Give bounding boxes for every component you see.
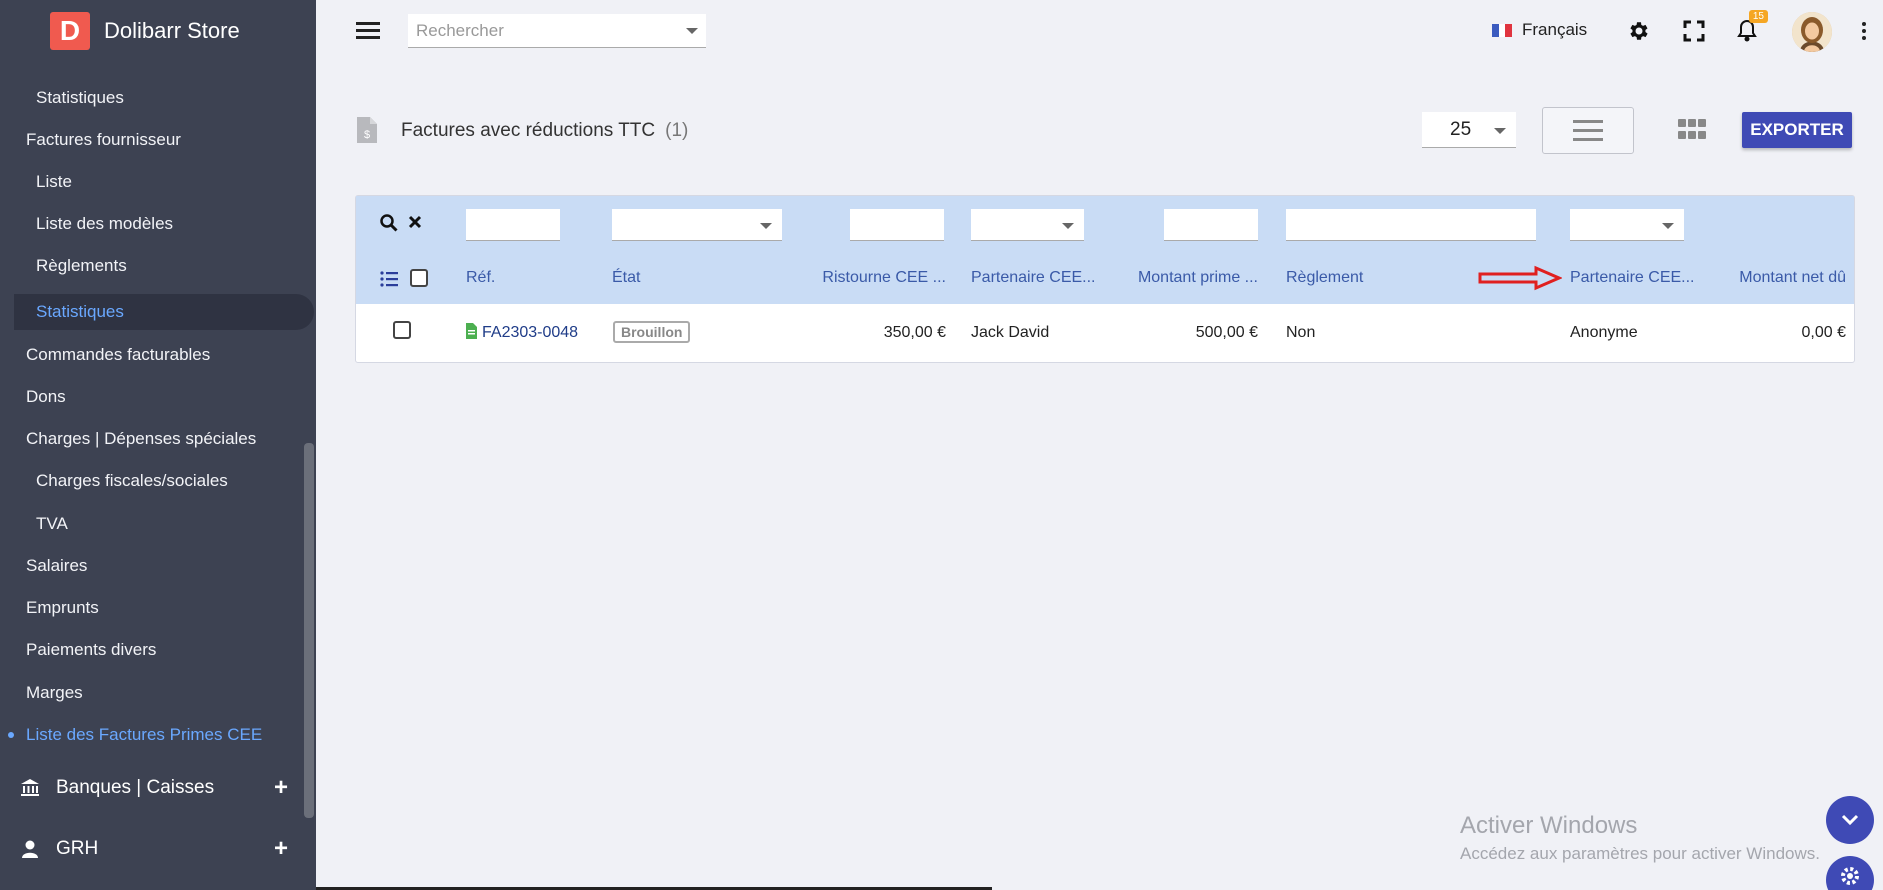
cell-montant-prime: 500,00 €	[1195, 324, 1258, 341]
chevron-down-icon	[1062, 223, 1074, 229]
filter-ristourne-input[interactable]	[850, 209, 944, 241]
close-icon[interactable]	[408, 215, 422, 234]
sidebar: D Dolibarr Store Statistiques Factures f…	[0, 0, 316, 890]
chevron-down-icon	[760, 223, 772, 229]
sidebar-item-factures-fournisseur[interactable]: Factures fournisseur	[0, 122, 316, 158]
svg-text:$: $	[364, 129, 370, 141]
filter-partenaire2-select[interactable]	[1570, 209, 1684, 241]
bell-icon[interactable]: 15	[1734, 10, 1768, 44]
sidebar-item-liste[interactable]: Liste	[0, 164, 316, 200]
fullscreen-icon[interactable]	[1681, 18, 1707, 44]
sidebar-scrollbar[interactable]	[304, 443, 314, 818]
expand-plus-icon[interactable]: +	[274, 774, 288, 802]
scroll-down-button[interactable]	[1826, 796, 1874, 844]
more-options-icon[interactable]	[1862, 22, 1866, 43]
topbar: Rechercher Français 15	[316, 0, 1883, 62]
filter-partenaire-select[interactable]	[971, 209, 1084, 241]
search-input[interactable]: Rechercher	[408, 14, 706, 48]
row-checkbox[interactable]	[393, 321, 411, 339]
sidebar-item-charges-depenses[interactable]: Charges | Dépenses spéciales	[0, 421, 316, 457]
filter-reglement-input[interactable]	[1286, 209, 1536, 241]
column-header-ref[interactable]: Réf.	[466, 269, 495, 287]
sidebar-group-label: Banques | Caisses	[56, 777, 215, 798]
sidebar-item-commandes-facturables[interactable]: Commandes facturables	[0, 337, 316, 373]
invoice-ref-link[interactable]: FA2303-0048	[482, 324, 578, 342]
invoices-table: Réf. État Ristourne CEE ... Partenaire C…	[355, 195, 1855, 363]
sidebar-group-grh[interactable]: GRH +	[0, 827, 316, 871]
table-header: Réf. État Ristourne CEE ... Partenaire C…	[356, 196, 1854, 304]
list-icon	[1573, 119, 1603, 141]
current-dot	[8, 732, 14, 738]
column-header-ristourne[interactable]: Ristourne CEE ...	[776, 269, 946, 287]
invoice-doc-icon	[466, 323, 477, 344]
sidebar-item-factures-primes-cee[interactable]: Liste des Factures Primes CEE	[0, 717, 316, 753]
column-header-montant-prime[interactable]: Montant prime ...	[1086, 269, 1258, 287]
column-header-reglement[interactable]: Règlement	[1286, 269, 1363, 287]
language-label: Français	[1522, 20, 1588, 39]
sidebar-item-statistiques-active[interactable]: Statistiques	[14, 294, 314, 330]
sidebar-item-reglements[interactable]: Règlements	[0, 248, 316, 284]
status-badge: Brouillon	[613, 321, 691, 343]
language-selector[interactable]: Français	[1492, 20, 1587, 40]
invoice-icon: $	[355, 115, 379, 145]
filter-ref-input[interactable]	[466, 209, 560, 241]
chevron-down-icon	[1494, 128, 1506, 134]
sidebar-item-salaires[interactable]: Salaires	[0, 548, 316, 584]
per-page-value: 25	[1450, 119, 1472, 140]
page-title: Factures avec réductions TTC (1)	[401, 120, 688, 142]
column-header-montant-net[interactable]: Montant net dû	[1676, 269, 1846, 287]
avatar[interactable]	[1792, 12, 1832, 52]
sidebar-item-statistiques-clients[interactable]: Statistiques	[0, 80, 316, 116]
sidebar-item-charges-fiscales[interactable]: Charges fiscales/sociales	[0, 463, 316, 499]
sidebar-group-banques[interactable]: Banques | Caisses +	[0, 766, 316, 810]
brand-logo: D	[50, 12, 90, 50]
cell-reglement: Non	[1286, 324, 1316, 341]
user-icon	[20, 839, 40, 859]
sidebar-group-label: GRH	[56, 838, 99, 859]
column-selector-icon[interactable]	[380, 271, 398, 292]
sidebar-item-label: Liste des Factures Primes CEE	[26, 725, 263, 744]
cell-montant-net: 0,00 €	[1801, 324, 1846, 341]
sidebar-item-emprunts[interactable]: Emprunts	[0, 590, 316, 626]
chevron-down-icon	[1841, 814, 1859, 826]
gear-icon	[1841, 867, 1859, 885]
windows-activation-subtitle: Accédez aux paramètres pour activer Wind…	[1460, 844, 1820, 863]
sidebar-item-paiements-divers[interactable]: Paiements divers	[0, 632, 316, 668]
sidebar-item-tva[interactable]: TVA	[0, 506, 316, 542]
menu-toggle-icon[interactable]	[356, 22, 380, 40]
cell-partenaire-2: Anonyme	[1570, 324, 1638, 341]
annotation-arrow-icon	[1478, 265, 1563, 296]
cell-ristourne: 350,00 €	[883, 324, 946, 341]
expand-plus-icon[interactable]: +	[274, 835, 288, 863]
brand-name: Dolibarr Store	[104, 18, 240, 43]
chevron-down-icon	[1662, 223, 1674, 229]
grid-view-button[interactable]	[1678, 119, 1706, 141]
settings-fab[interactable]	[1826, 856, 1874, 890]
bank-icon	[20, 778, 40, 798]
export-button[interactable]: EXPORTER	[1742, 112, 1852, 148]
sidebar-item-liste-modeles[interactable]: Liste des modèles	[0, 206, 316, 242]
select-all-checkbox[interactable]	[410, 269, 428, 287]
filter-status-select[interactable]	[612, 209, 782, 241]
record-count: (1)	[665, 120, 689, 141]
windows-activation-title: Activer Windows	[1460, 812, 1638, 839]
notification-badge: 15	[1748, 10, 1768, 23]
column-header-etat[interactable]: État	[612, 269, 640, 287]
list-view-button[interactable]	[1542, 107, 1634, 154]
gear-icon[interactable]	[1626, 18, 1652, 44]
per-page-select[interactable]: 25	[1422, 112, 1516, 148]
flag-fr-icon	[1492, 23, 1513, 37]
search-placeholder: Rechercher	[416, 20, 504, 40]
sidebar-item-dons[interactable]: Dons	[0, 379, 316, 415]
page-title-text: Factures avec réductions TTC	[401, 120, 656, 141]
search-icon[interactable]	[380, 214, 398, 237]
sidebar-item-marges[interactable]: Marges	[0, 675, 316, 711]
column-header-partenaire[interactable]: Partenaire CEE...	[971, 269, 1096, 287]
filter-montant-prime-input[interactable]	[1164, 209, 1258, 241]
chevron-down-icon	[686, 28, 698, 34]
cell-partenaire: Jack David	[971, 324, 1050, 341]
brand[interactable]: D Dolibarr Store	[0, 0, 316, 62]
